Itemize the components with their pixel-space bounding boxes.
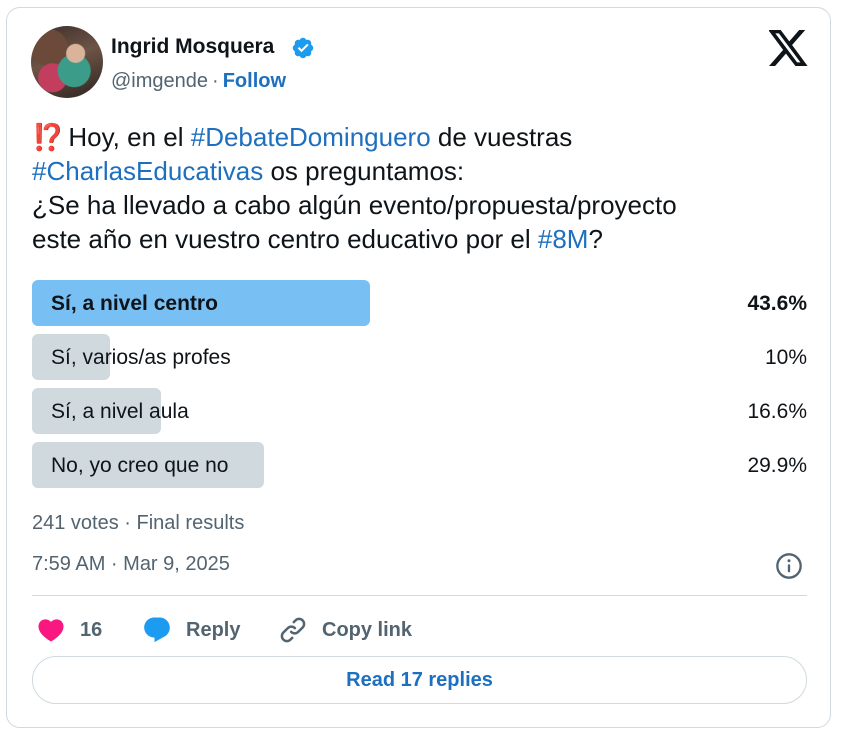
reply-bubble-icon xyxy=(144,617,170,643)
hashtag-8m[interactable]: #8M xyxy=(538,224,589,254)
divider xyxy=(32,595,807,596)
poll-option: Sí, a nivel aula 16.6% xyxy=(32,388,807,434)
like-count: 16 xyxy=(80,618,103,641)
heart-icon xyxy=(38,619,64,642)
like-button[interactable]: 16 xyxy=(36,612,102,648)
tweet-text-segment: ? xyxy=(588,224,603,254)
avatar[interactable] xyxy=(31,26,103,98)
info-icon[interactable] xyxy=(775,552,803,580)
author-handle[interactable]: @imgende xyxy=(111,70,208,92)
poll-meta: 241 votes · Final results xyxy=(32,512,245,534)
author-name[interactable]: Ingrid Mosquera xyxy=(111,35,274,59)
poll-option: Sí, varios/as profes 10% xyxy=(32,334,807,380)
poll-option: Sí, a nivel centro 43.6% xyxy=(32,280,807,326)
poll-option-label: Sí, a nivel centro xyxy=(51,292,218,315)
copy-link-label: Copy link xyxy=(322,618,413,641)
copy-link-button[interactable]: Copy link xyxy=(278,612,412,648)
follow-button[interactable]: Follow xyxy=(223,70,286,92)
poll-option-label: Sí, varios/as profes xyxy=(51,346,231,369)
poll-option: No, yo creo que no 29.9% xyxy=(32,442,807,488)
tweet-line-2: #CharlasEducativas os preguntamos: xyxy=(32,154,822,188)
tweet-text-segment: este año en vuestro centro educativo por… xyxy=(32,224,538,254)
interrobang-emoji: ⁉️ xyxy=(32,122,64,152)
tweet-line-4: este año en vuestro centro educativo por… xyxy=(32,222,822,256)
reply-button[interactable]: Reply xyxy=(142,612,240,648)
poll-option-percent: 16.6% xyxy=(747,400,807,423)
timestamp[interactable]: 7:59 AM · Mar 9, 2025 xyxy=(32,553,230,576)
link-icon xyxy=(280,617,306,643)
tweet-text-segment: os preguntamos: xyxy=(263,156,465,186)
poll-option-percent: 10% xyxy=(764,346,807,369)
verified-badge-icon xyxy=(292,37,314,59)
tweet-text-segment: de vuestras xyxy=(430,122,573,152)
tweet-card: Ingrid Mosquera @imgende · Follow ⁉️ Hoy, e… xyxy=(6,7,831,728)
read-replies-button[interactable]: Read 17 replies xyxy=(32,656,807,704)
reply-label: Reply xyxy=(186,618,241,641)
tweet-line-1: ⁉️ Hoy, en el #DebateDominguero de vuestr… xyxy=(32,120,822,154)
handle-row: @imgende · Follow xyxy=(111,70,286,93)
poll-option-percent: 29.9% xyxy=(747,454,807,477)
hashtag-charlas-educativas[interactable]: #CharlasEducativas xyxy=(32,156,263,186)
tweet-line-3: ¿Se ha llevado a cabo algún evento/propu… xyxy=(32,190,677,220)
tweet-text-segment: Hoy, en el xyxy=(68,122,191,152)
hashtag-debate-dominguero[interactable]: #DebateDominguero xyxy=(191,122,431,152)
x-logo-icon[interactable] xyxy=(769,30,809,66)
poll-option-percent: 43.6% xyxy=(747,292,807,315)
poll-option-label: No, yo creo que no xyxy=(51,454,229,477)
separator-dot: · xyxy=(212,70,219,92)
poll-option-label: Sí, a nivel aula xyxy=(51,400,189,423)
tweet-text: ⁉️ Hoy, en el #DebateDominguero de vuestr… xyxy=(32,120,822,256)
